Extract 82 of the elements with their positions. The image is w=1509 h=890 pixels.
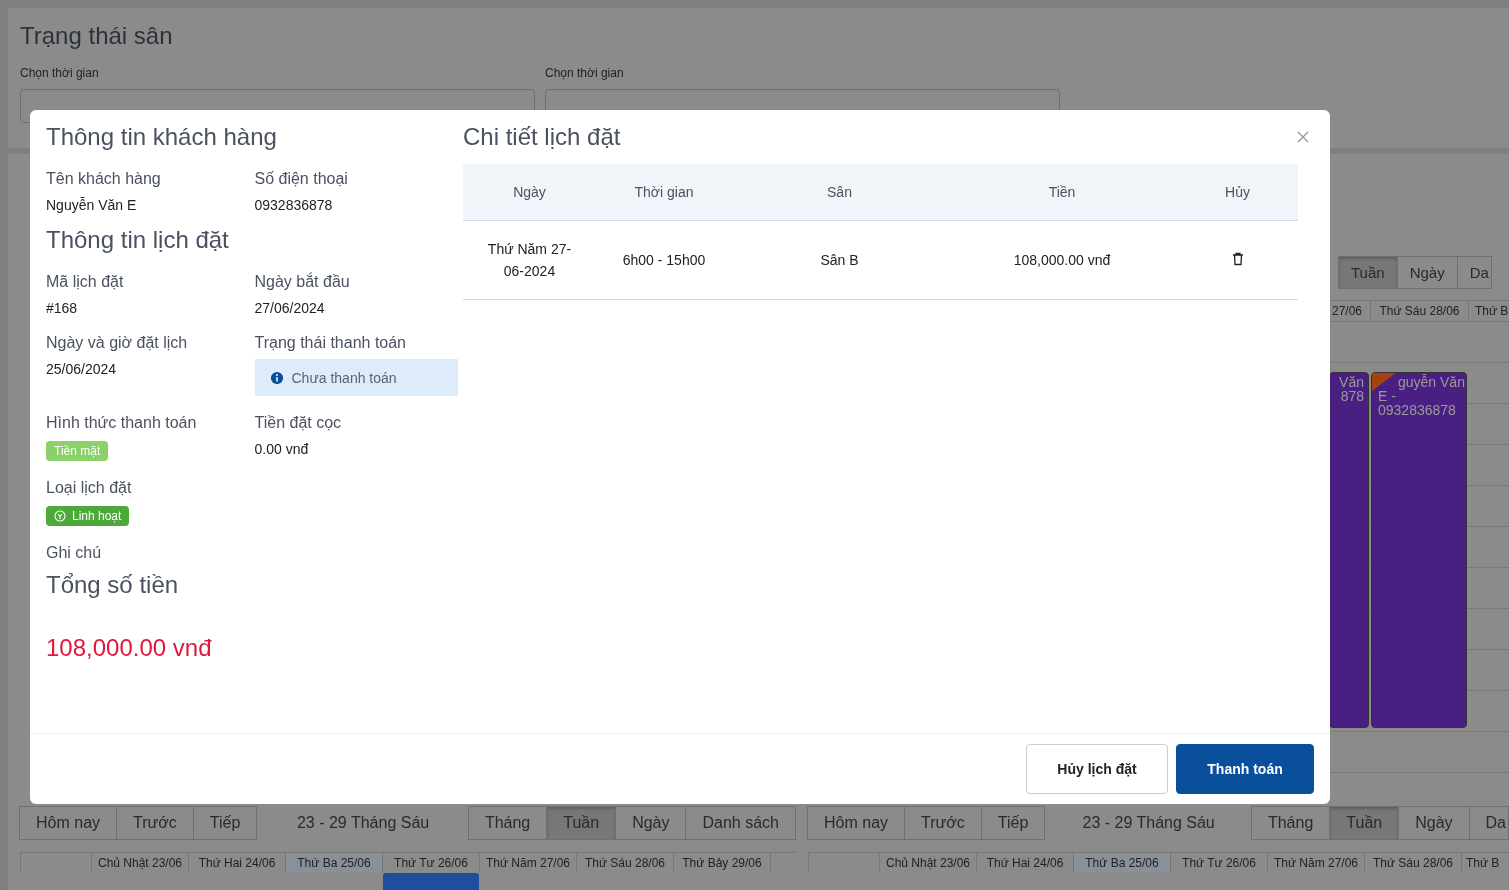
- field-label: Loại lịch đặt: [46, 479, 133, 497]
- status-text: Chưa thanh toán: [291, 369, 397, 386]
- event-text: Văn: [1338, 375, 1364, 389]
- view-tab[interactable]: Da: [1456, 256, 1492, 289]
- nav-button[interactable]: Trước: [904, 806, 982, 840]
- column-header: Tiền: [947, 164, 1177, 221]
- table-cell: Sân B: [820, 252, 859, 268]
- field-label: Số điện thoại: [254, 170, 349, 188]
- column-header: Sân: [732, 164, 947, 221]
- view-tab[interactable]: Ngày: [1396, 256, 1458, 289]
- calendar-title: 23 - 29 Tháng Sáu: [1082, 814, 1215, 832]
- filter-label: Chọn thời gian: [545, 66, 625, 80]
- view-tab[interactable]: Tuần: [546, 806, 617, 840]
- nav-button[interactable]: Trước: [116, 806, 194, 840]
- event-text: E -: [1377, 389, 1397, 403]
- nav-button[interactable]: Tiếp: [192, 806, 258, 840]
- day-header: Thứ Tư 26/06: [383, 853, 480, 873]
- tag-text: Tiền mặt: [54, 444, 101, 458]
- table-cell: 108,000.00 vnđ: [1013, 252, 1111, 268]
- table-cell-text: Thứ Năm 27-06-2024: [486, 240, 573, 281]
- event-text: guyễn Văn: [1397, 375, 1462, 389]
- pay-button[interactable]: Thanh toán: [1176, 744, 1314, 794]
- field-value: 27/06/2024: [254, 300, 326, 316]
- day-header: Thứ Năm 27/06: [480, 853, 577, 873]
- delete-icon[interactable]: [1230, 251, 1245, 266]
- booking-event[interactable]: guyễn Văn E - 0932836878: [1371, 372, 1467, 728]
- total-amount: 108,000.00 vnđ: [46, 634, 213, 662]
- nav-button[interactable]: Tiếp: [980, 806, 1046, 840]
- event-text: 878: [1339, 389, 1364, 403]
- section-title: Thông tin lịch đặt: [46, 225, 230, 255]
- day-header: Chủ Nhật 23/06: [880, 853, 977, 873]
- page-title: Trạng thái sân: [20, 22, 174, 50]
- column-header: Hủy: [1177, 164, 1298, 221]
- field-label: Hình thức thanh toán: [46, 414, 198, 432]
- day-header: Thứ Ba 25/06: [1074, 853, 1171, 873]
- nav-button[interactable]: Hôm nay: [19, 806, 118, 840]
- day-header: Thứ Sáu 28/06: [1371, 301, 1469, 321]
- field-label: Ngày và giờ đặt lịch: [46, 334, 189, 352]
- view-tab[interactable]: Da: [1468, 806, 1509, 840]
- nav-button[interactable]: Hôm nay: [807, 806, 906, 840]
- view-tab[interactable]: Ngày: [1398, 806, 1470, 840]
- table-cell: 6h00 - 15h00: [622, 252, 706, 268]
- section-title: Thông tin khách hàng: [46, 122, 278, 152]
- day-header: Thứ Năm 27/06: [1268, 853, 1365, 873]
- field-value: 0932836878: [254, 197, 334, 213]
- field-label: Ghi chú: [46, 544, 103, 562]
- day-header: Thứ Sáu 28/06: [1365, 853, 1462, 873]
- field-label: Mã lịch đặt: [46, 273, 125, 291]
- field-label: Ngày bắt đầu: [254, 273, 351, 291]
- tag-text: Linh hoạt: [72, 509, 122, 523]
- filter-label: Chọn thời gian: [20, 66, 100, 80]
- day-header: Thứ B: [1474, 303, 1509, 320]
- day-header: Chủ Nhật 23/06: [92, 853, 189, 873]
- info-icon: [269, 370, 284, 385]
- field-label: Trạng thái thanh toán: [254, 334, 407, 352]
- day-header: Thứ Tư 26/06: [1171, 853, 1268, 873]
- day-header: Thứ B: [1465, 855, 1501, 872]
- view-tab[interactable]: Tháng: [467, 806, 548, 840]
- cancel-booking-button[interactable]: Hủy lịch đặt: [1026, 744, 1168, 794]
- field-value: 0.00 vnđ: [254, 441, 310, 457]
- coin-icon: [54, 510, 66, 522]
- booking-event[interactable]: Văn 878: [1329, 372, 1369, 728]
- view-tab[interactable]: Tuần: [1329, 806, 1400, 840]
- close-icon[interactable]: [1296, 130, 1310, 144]
- view-tab[interactable]: Tháng: [1250, 806, 1331, 840]
- column-header: Thời gian: [596, 164, 732, 221]
- day-header: Thứ Bảy 29/06: [674, 853, 771, 873]
- field-value: #168: [46, 300, 79, 316]
- field-label: Tên khách hàng: [46, 170, 162, 188]
- view-tab[interactable]: Danh sách: [685, 806, 796, 840]
- day-header: Thứ Ba 25/06: [286, 853, 383, 873]
- field-value: Nguyễn Văn E: [46, 197, 138, 213]
- event-text: 0932836878: [1377, 403, 1457, 417]
- field-label: Tiền đặt cọc: [254, 414, 343, 432]
- day-header: Thứ Sáu 28/06: [577, 853, 674, 873]
- view-tab[interactable]: Tuần: [1338, 256, 1398, 289]
- section-title: Chi tiết lịch đặt: [463, 122, 622, 152]
- section-title: Tổng số tiền: [46, 570, 180, 600]
- field-value: 25/06/2024: [46, 361, 118, 377]
- column-header: Ngày: [463, 164, 596, 221]
- calendar-title: 23 - 29 Tháng Sáu: [296, 814, 430, 832]
- view-tab[interactable]: Ngày: [615, 806, 687, 840]
